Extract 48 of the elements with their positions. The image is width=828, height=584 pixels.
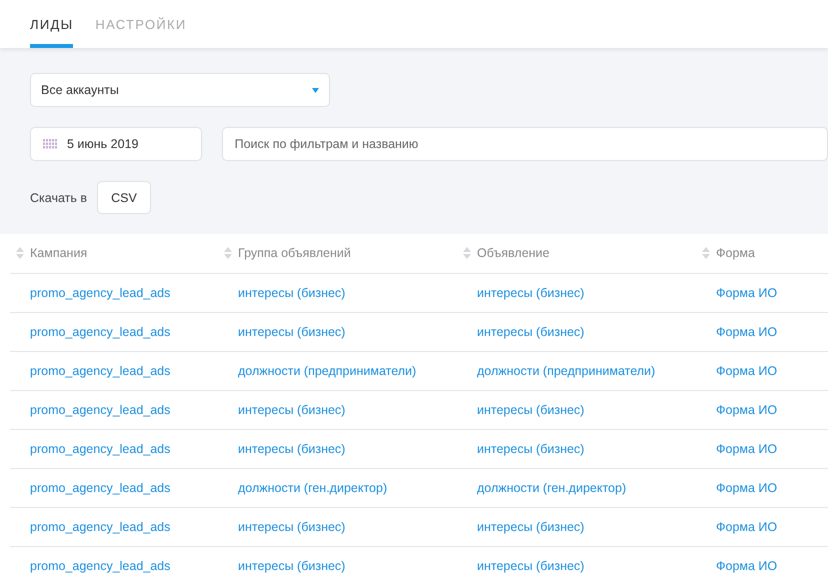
table-link[interactable]: promo_agency_lead_ads [30,402,170,416]
table-link[interactable]: интересы (бизнес) [477,402,584,416]
table-link[interactable]: Форма ИО [716,558,778,572]
table-link[interactable]: интересы (бизнес) [477,442,584,456]
table-link[interactable]: Форма ИО [716,286,778,300]
table-link[interactable]: promo_agency_lead_ads [30,324,170,338]
sort-icon[interactable] [224,247,232,260]
table-link[interactable]: интересы (бизнес) [238,442,346,456]
table-link[interactable]: интересы (бизнес) [238,286,346,300]
table-link[interactable]: интересы (бизнес) [238,520,346,534]
table-link[interactable]: интересы (бизнес) [238,324,346,338]
table-link[interactable]: должности (ген.директор) [238,480,388,494]
tab[interactable]: НАСТРОЙКИ [95,0,187,48]
account-dropdown[interactable]: Все аккаунты [30,73,330,107]
table-link[interactable]: promo_agency_lead_ads [30,364,170,378]
column-header: Форма [716,246,755,260]
search-field[interactable]: Поиск по фильтрам и названию [222,127,828,161]
sort-icon[interactable] [16,247,24,260]
date-field[interactable]: 5 июнь 2019 [30,127,202,161]
column-header: Объявление [477,246,550,260]
table-link[interactable]: promo_agency_lead_ads [30,442,170,456]
column-header: Кампания [30,246,88,260]
table-link[interactable]: должности (предприниматели) [238,364,416,378]
table-link[interactable]: promo_agency_lead_ads [30,520,170,534]
table-link[interactable]: интересы (бизнес) [238,558,346,572]
table-link[interactable]: Форма ИО [716,402,778,416]
csv-button[interactable]: CSV [97,181,151,214]
table-link[interactable]: promo_agency_lead_ads [30,558,170,572]
download-label: Скачать в [30,190,87,204]
caret-icon [312,88,319,92]
sort-icon[interactable] [463,247,471,260]
table-link[interactable]: Форма ИО [716,324,778,338]
table-link[interactable]: promo_agency_lead_ads [30,480,170,494]
table-link[interactable]: интересы (бизнес) [477,520,584,534]
table-link[interactable]: Форма ИО [716,442,778,456]
table-link[interactable]: интересы (бизнес) [238,402,346,416]
table-link[interactable]: Форма ИО [716,520,778,534]
table-link[interactable]: интересы (бизнес) [477,286,584,300]
table-link[interactable]: должности (ген.директор) [477,480,626,494]
table-link[interactable]: интересы (бизнес) [477,324,584,338]
calendar-icon [43,139,57,149]
table-link[interactable]: Форма ИО [716,364,778,378]
table-link[interactable]: должности (предприниматели) [477,364,656,378]
sort-icon[interactable] [702,247,710,260]
column-header: Группа объявлений [238,246,351,260]
table-link[interactable]: promo_agency_lead_ads [30,286,170,300]
table-link[interactable]: Форма ИО [716,480,778,494]
table-link[interactable]: интересы (бизнес) [477,558,584,572]
